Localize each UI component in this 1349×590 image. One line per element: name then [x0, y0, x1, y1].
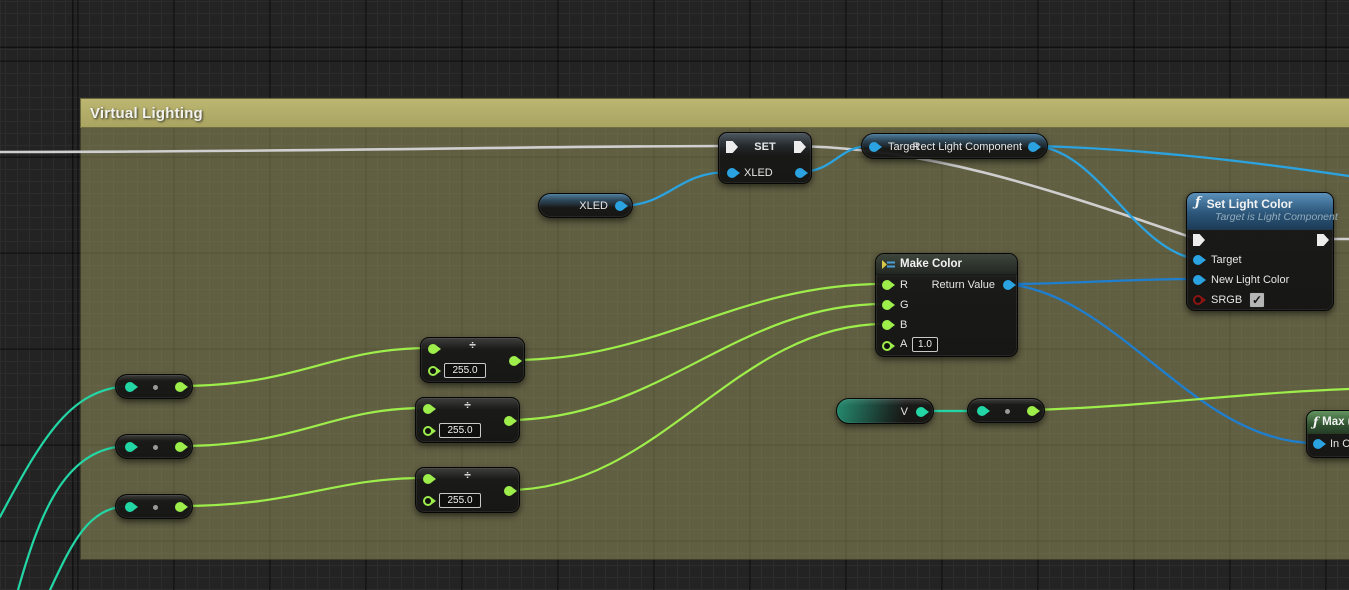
blueprint-graph[interactable]: Virtual Lighting: [0, 0, 1349, 590]
wire-exec-set-to-setlightcolor[interactable]: [799, 146, 1196, 239]
conversion-dot-icon: [153, 445, 158, 450]
target-pin[interactable]: [1193, 255, 1203, 265]
wire-in-conv2[interactable]: [18, 446, 127, 590]
make-color-title: Make Color: [900, 258, 962, 270]
dividend-pin[interactable]: [423, 404, 433, 414]
conversion-dot-icon: [153, 505, 158, 510]
in-color-label: In Co: [1330, 438, 1349, 450]
max-node-header: ƒ Max (: [1307, 411, 1349, 434]
srgb-checkbox[interactable]: ✓: [1249, 292, 1265, 308]
exec-in-pin[interactable]: [1193, 234, 1205, 246]
return-value-pin[interactable]: [1003, 280, 1013, 290]
make-color-node[interactable]: Make Color R Return Value G B A 1.0: [875, 253, 1018, 357]
conversion-input-pin[interactable]: [977, 406, 987, 416]
v-getter-node[interactable]: V: [836, 398, 934, 424]
new-light-color-pin[interactable]: [1193, 275, 1203, 285]
divisor-pin[interactable]: [428, 366, 438, 376]
dividend-pin[interactable]: [428, 344, 438, 354]
make-color-header: Make Color: [876, 254, 1017, 275]
conversion-output-pin[interactable]: [175, 502, 185, 512]
divisor-value-input[interactable]: 255.0: [439, 423, 481, 438]
wire-div3-to-b[interactable]: [508, 324, 884, 490]
xled-getter-node[interactable]: XLED: [538, 193, 633, 218]
wire-div2-to-g[interactable]: [508, 304, 884, 420]
function-icon: ƒ: [1313, 415, 1318, 429]
set-light-color-node[interactable]: ƒ Set Light Color Target is Light Compon…: [1186, 192, 1334, 311]
divisor-value-input[interactable]: 255.0: [439, 493, 481, 508]
set-light-color-header: ƒ Set Light Color Target is Light Compon…: [1187, 193, 1333, 230]
comment-box-header[interactable]: Virtual Lighting: [80, 98, 1349, 128]
exec-out-pin[interactable]: [1317, 234, 1329, 246]
rect-light-component-output-pin[interactable]: [1028, 142, 1038, 152]
wire-rectlight-out-right[interactable]: [1037, 146, 1349, 176]
wire-rectlight-to-setlightcolor-target[interactable]: [1037, 146, 1195, 259]
return-value-label: Return Value: [932, 279, 995, 291]
make-struct-icon: [882, 259, 895, 270]
rect-light-component-node[interactable]: Target Rect Light Component: [861, 133, 1048, 159]
xled-getter-output-pin[interactable]: [615, 201, 625, 211]
result-pin[interactable]: [509, 356, 519, 366]
g-label: G: [900, 299, 909, 311]
max-node-title: Max (: [1322, 416, 1349, 428]
wire-conv3-to-div3[interactable]: [179, 478, 425, 506]
int-to-float-conversion-node-2[interactable]: [115, 434, 193, 459]
wire-in-conv1[interactable]: [0, 386, 127, 517]
a-label: A: [900, 338, 907, 350]
in-color-pin[interactable]: [1313, 439, 1323, 449]
rect-light-component-label: Rect Light Component: [913, 141, 1022, 153]
function-icon: ƒ: [1195, 195, 1201, 210]
xled-getter-label: XLED: [579, 200, 608, 212]
divide-node-2[interactable]: ÷ 255.0: [415, 397, 520, 443]
wire-div1-to-r[interactable]: [513, 284, 884, 360]
set-light-color-subtitle: Target is Light Component: [1215, 211, 1338, 223]
set-xled-node[interactable]: SET XLED: [718, 132, 812, 184]
wire-exec-in-set[interactable]: [0, 146, 727, 152]
result-pin[interactable]: [504, 486, 514, 496]
result-pin[interactable]: [504, 416, 514, 426]
new-light-color-label: New Light Color: [1211, 274, 1289, 286]
divide-node-1[interactable]: ÷ 255.0: [420, 337, 525, 383]
wire-xled-to-set[interactable]: [619, 172, 729, 206]
wire-conv2-to-div2[interactable]: [179, 408, 425, 446]
conversion-output-pin[interactable]: [175, 382, 185, 392]
set-light-color-title: Set Light Color: [1207, 197, 1293, 211]
conversion-dot-icon: [1005, 409, 1010, 414]
wire-layer: [0, 0, 1349, 590]
conversion-dot-icon: [153, 385, 158, 390]
int-to-float-conversion-node-1[interactable]: [115, 374, 193, 399]
a-pin[interactable]: [882, 341, 892, 351]
xled-pin-label: XLED: [744, 167, 773, 179]
conversion-output-pin[interactable]: [175, 442, 185, 452]
v-getter-output-pin[interactable]: [916, 407, 926, 417]
conversion-input-pin[interactable]: [125, 382, 135, 392]
wire-conv1-to-div1[interactable]: [179, 348, 430, 386]
divisor-value-input[interactable]: 255.0: [444, 363, 486, 378]
conversion-input-pin[interactable]: [125, 442, 135, 452]
v-getter-label: V: [901, 406, 908, 418]
divisor-pin[interactable]: [423, 496, 433, 506]
srgb-label: SRGB: [1211, 294, 1242, 306]
conversion-input-pin[interactable]: [125, 502, 135, 512]
divisor-pin[interactable]: [423, 426, 433, 436]
r-label: R: [900, 279, 908, 291]
max-color-node[interactable]: ƒ Max ( In Co: [1306, 410, 1349, 458]
a-value-input[interactable]: 1.0: [912, 337, 938, 352]
divide-node-3[interactable]: ÷ 255.0: [415, 467, 520, 513]
xled-input-pin[interactable]: [727, 168, 737, 178]
b-label: B: [900, 319, 907, 331]
wire-in-conv3[interactable]: [50, 506, 127, 590]
target-input-pin[interactable]: [869, 142, 879, 152]
dividend-pin[interactable]: [423, 474, 433, 484]
int-to-float-conversion-node-4[interactable]: [967, 398, 1045, 423]
comment-title: Virtual Lighting: [81, 105, 203, 122]
xled-output-pin[interactable]: [795, 168, 805, 178]
int-to-float-conversion-node-3[interactable]: [115, 494, 193, 519]
r-pin[interactable]: [882, 280, 892, 290]
srgb-pin[interactable]: [1193, 295, 1203, 305]
g-pin[interactable]: [882, 300, 892, 310]
conversion-output-pin[interactable]: [1027, 406, 1037, 416]
b-pin[interactable]: [882, 320, 892, 330]
target-label: Target: [1211, 254, 1242, 266]
wire-makecolor-to-newlightcolor[interactable]: [1007, 279, 1195, 284]
